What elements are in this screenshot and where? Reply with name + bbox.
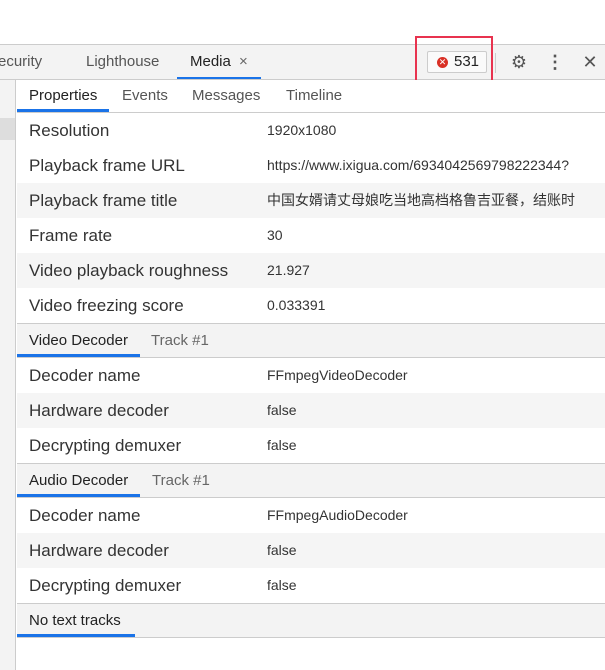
property-row: Video playback roughness 21.927 [17, 253, 605, 288]
property-label: Decrypting demuxer [29, 436, 182, 455]
player-list-sidebar [0, 80, 16, 670]
property-label: Frame rate [29, 226, 113, 245]
property-row: Decrypting demuxer false [17, 568, 605, 603]
gear-icon[interactable]: ⚙ [509, 45, 529, 79]
tab-video-track-1[interactable]: Track #1 [139, 324, 221, 357]
property-label: Resolution [29, 121, 110, 140]
property-value: FFmpegVideoDecoder [267, 367, 408, 383]
property-value: 30 [267, 227, 283, 243]
divider [495, 53, 496, 73]
property-row: Frame rate 30 [17, 218, 605, 253]
tab-video-decoder[interactable]: Video Decoder [17, 324, 140, 357]
property-value: false [267, 437, 297, 453]
property-row: Hardware decoder false [17, 533, 605, 568]
close-tab-icon[interactable]: × [239, 53, 248, 70]
tab-audio-track-1[interactable]: Track #1 [140, 464, 222, 497]
property-row: Decoder name FFmpegAudioDecoder [17, 498, 605, 533]
property-value: FFmpegAudioDecoder [267, 507, 408, 523]
property-row: Video freezing score 0.033391 [17, 288, 605, 323]
property-value: 中国女婿请丈母娘吃当地高档格鲁吉亚餐，结账时 [267, 192, 575, 208]
close-icon[interactable]: ✕ [580, 45, 600, 79]
property-label: Decoder name [29, 366, 141, 385]
property-row: Playback frame URL https://www.ixigua.com… [17, 148, 605, 183]
audio-decoder-header: Audio Decoder Track #1 [17, 463, 605, 498]
media-panel: Properties Events Messages Timeline Reso… [17, 80, 605, 638]
tab-events[interactable]: Events [110, 80, 180, 112]
property-label: Hardware decoder [29, 541, 169, 560]
property-label: Decoder name [29, 506, 141, 525]
text-tracks-header: No text tracks [17, 603, 605, 638]
video-decoder-header: Video Decoder Track #1 [17, 323, 605, 358]
tab-no-text-tracks[interactable]: No text tracks [17, 604, 135, 637]
property-label: Playback frame title [29, 191, 178, 210]
property-value: 21.927 [267, 262, 310, 278]
property-value: false [267, 577, 297, 593]
property-value: https://www.ixigua.com/69340425697982223… [267, 157, 569, 173]
devtools-tab-bar: ecurity Lighthouse Media × ✕ 531 ⚙ ⋮ ✕ [0, 44, 605, 80]
tab-properties[interactable]: Properties [17, 80, 110, 112]
property-value: 1920x1080 [267, 122, 337, 138]
tab-lighthouse[interactable]: Lighthouse [86, 45, 159, 79]
player-list-item[interactable] [0, 118, 15, 140]
tab-messages[interactable]: Messages [180, 80, 272, 112]
property-label: Video freezing score [29, 296, 184, 315]
property-value: false [267, 402, 297, 418]
property-row: Playback frame title 中国女婿请丈母娘吃当地高档格鲁吉亚餐，结… [17, 183, 605, 218]
property-row: Decrypting demuxer false [17, 428, 605, 463]
tab-media[interactable]: Media × [177, 45, 261, 79]
tab-media-label: Media [190, 53, 231, 70]
highlight-box [415, 36, 493, 84]
property-value: false [267, 542, 297, 558]
property-label: Video playback roughness [29, 261, 229, 280]
property-row: Hardware decoder false [17, 393, 605, 428]
property-label: Hardware decoder [29, 401, 169, 420]
property-label: Playback frame URL [29, 156, 185, 175]
tab-audio-decoder[interactable]: Audio Decoder [17, 464, 141, 497]
property-row: Decoder name FFmpegVideoDecoder [17, 358, 605, 393]
tab-security[interactable]: ecurity [0, 45, 42, 79]
subtab-bar: Properties Events Messages Timeline [17, 80, 605, 113]
property-row: Resolution 1920x1080 [17, 113, 605, 148]
kebab-icon[interactable]: ⋮ [545, 45, 565, 79]
property-value: 0.033391 [267, 297, 326, 313]
property-label: Decrypting demuxer [29, 576, 182, 595]
tab-timeline[interactable]: Timeline [274, 80, 354, 112]
